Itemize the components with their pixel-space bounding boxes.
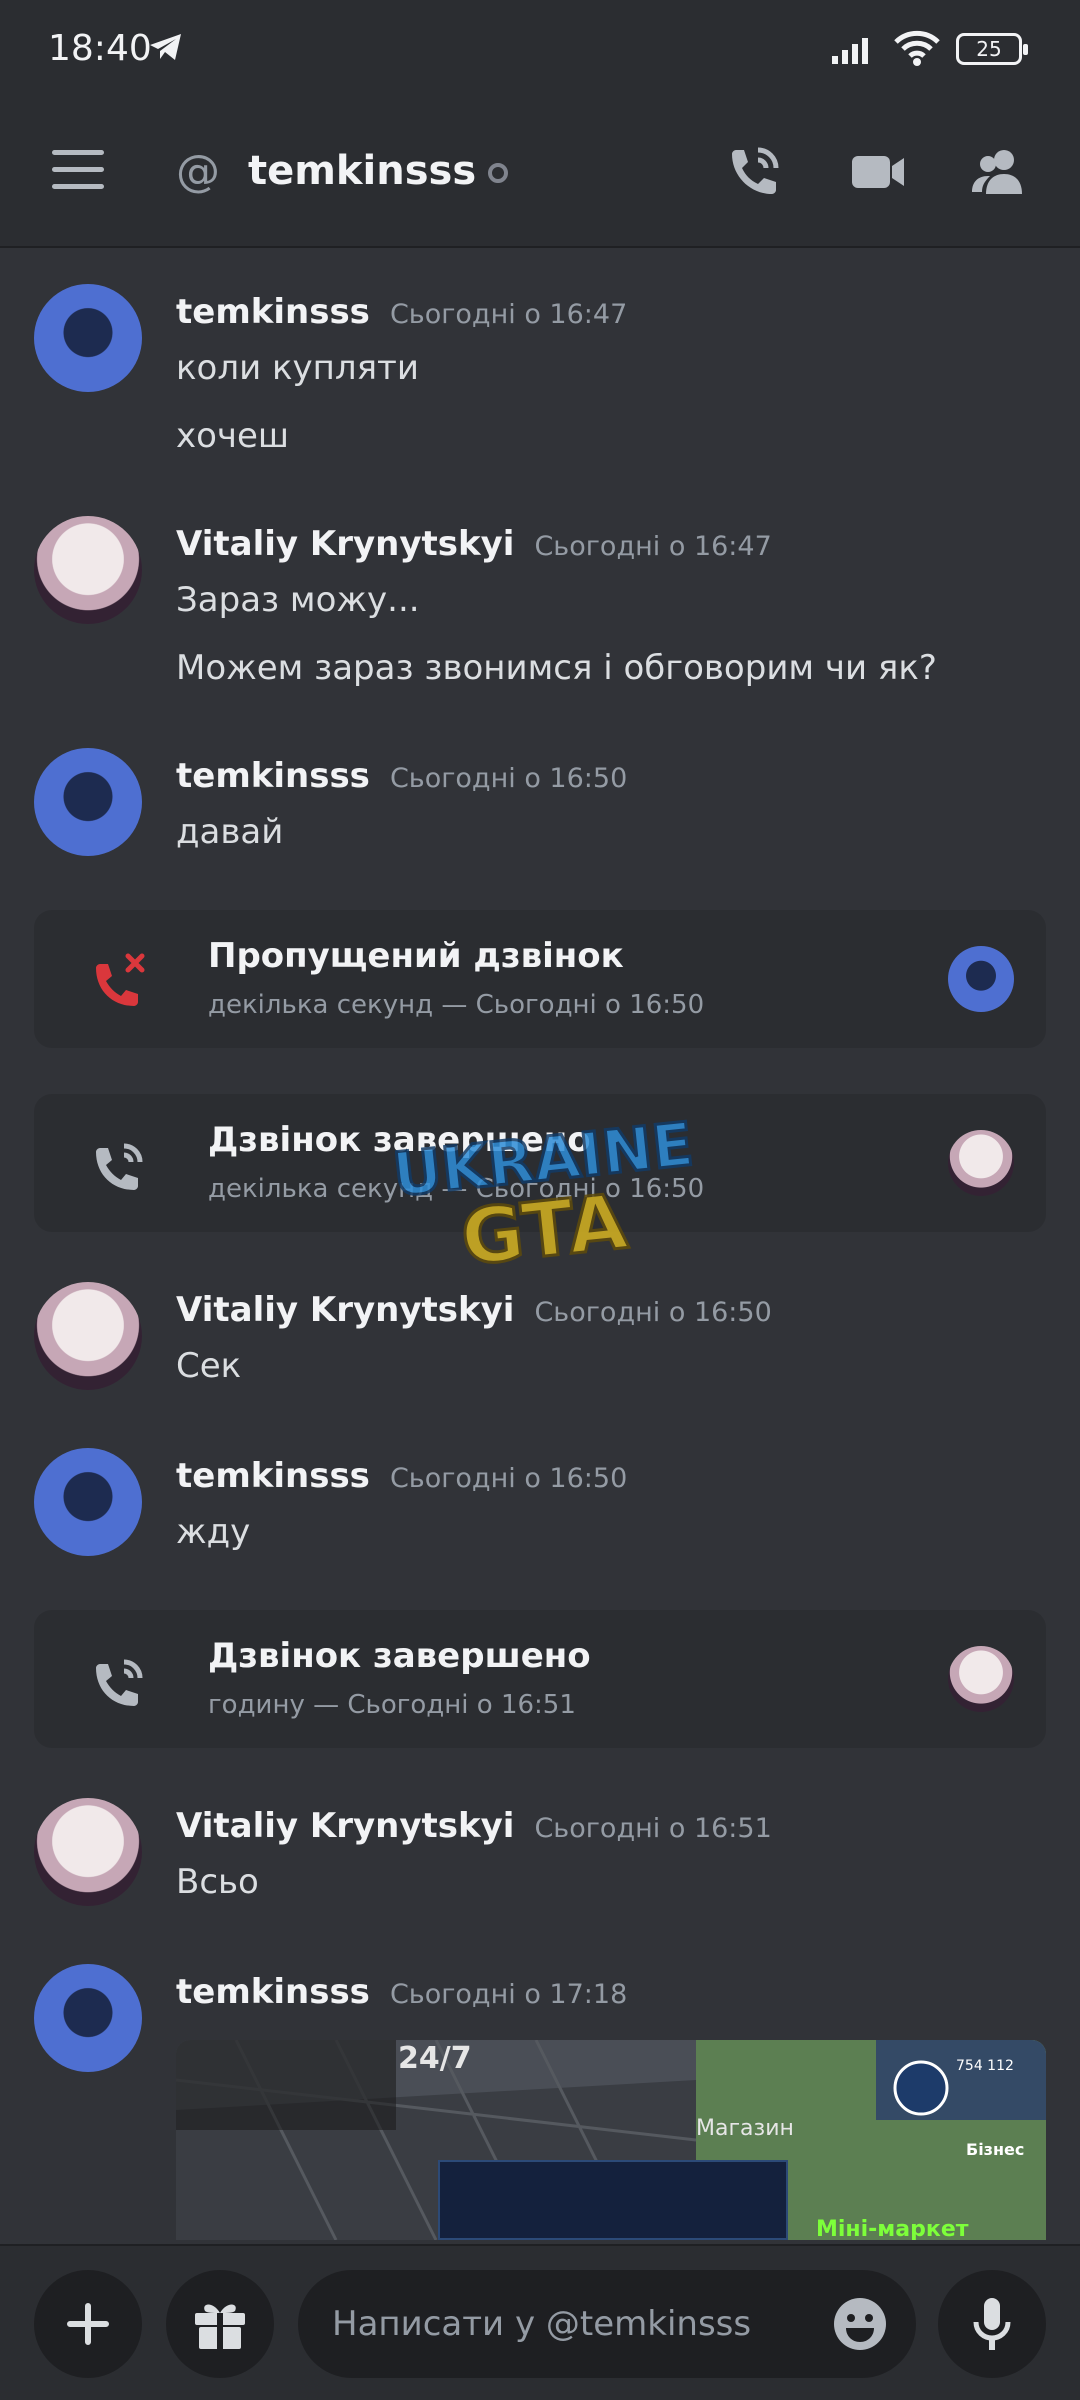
missed-call-icon <box>96 953 145 1006</box>
message-composer <box>0 2244 1080 2400</box>
game-business-panel <box>438 2160 788 2240</box>
attachment-text: Магазин <box>696 2116 794 2141</box>
battery-indicator: 25 <box>956 33 1028 65</box>
status-time: 18:40 <box>48 28 152 69</box>
gift-button[interactable] <box>166 2270 274 2378</box>
message-timestamp: Сьогодні о 16:47 <box>534 531 772 562</box>
avatar[interactable] <box>34 284 142 392</box>
wifi-icon <box>894 30 940 66</box>
message-author: Vitaliy Krynytskyi Сьогодні о 16:51 <box>176 1806 772 1846</box>
message-text: Можем зараз звонимся і обговорим чи як? <box>176 648 937 688</box>
message-text: Всьо <box>176 1862 259 1902</box>
svg-text:GTA: GTA <box>457 1177 631 1278</box>
channel-header: @ temkinsss <box>0 100 1080 248</box>
call-card-ended[interactable]: Дзвінок завершено годину — Сьогодні о 16… <box>34 1610 1046 1748</box>
video-call-icon[interactable] <box>846 140 910 204</box>
message-author: temkinsss Сьогодні о 16:50 <box>176 756 628 796</box>
call-title: Пропущений дзвінок <box>208 936 624 976</box>
message-input-container[interactable] <box>298 2270 916 2378</box>
call-participant-avatar[interactable] <box>948 946 1014 1012</box>
status-bar: 18:40 25 <box>0 0 1080 100</box>
message-text: жду <box>176 1512 251 1552</box>
microphone-icon <box>973 2298 1011 2350</box>
message-text: давай <box>176 812 284 852</box>
menu-icon[interactable] <box>52 150 104 190</box>
call-ended-icon <box>96 1143 143 1190</box>
ukraine-gta-watermark: UKRAINE GTA <box>395 1118 695 1278</box>
avatar[interactable] <box>34 1282 142 1390</box>
call-card-missed[interactable]: Пропущений дзвінок декілька секунд — Сьо… <box>34 910 1046 1048</box>
voice-call-icon[interactable] <box>722 140 786 204</box>
message-text: коли купляти <box>176 348 419 388</box>
avatar[interactable] <box>34 1798 142 1906</box>
message-timestamp: Сьогодні о 16:47 <box>389 299 628 330</box>
message-text: хочеш <box>176 416 290 456</box>
call-subtitle: декілька секунд — Сьогодні о 16:50 <box>208 990 705 1020</box>
avatar[interactable] <box>34 516 142 624</box>
message-timestamp: Сьогодні о 16:50 <box>534 1297 772 1328</box>
call-subtitle: годину — Сьогодні о 16:51 <box>208 1690 576 1720</box>
message-text: Зараз можу... <box>176 580 420 620</box>
telegram-icon <box>150 34 181 60</box>
call-ended-icon <box>96 1659 143 1706</box>
at-icon: @ <box>176 146 220 197</box>
message-timestamp: Сьогодні о 16:50 <box>389 763 628 794</box>
signal-icon <box>832 38 868 64</box>
call-participant-avatar[interactable] <box>948 1130 1014 1196</box>
plus-icon <box>67 2303 109 2345</box>
emoji-icon[interactable] <box>832 2296 888 2352</box>
members-icon[interactable] <box>966 140 1030 204</box>
attachment-text: 754 112 <box>956 2058 1014 2074</box>
attachment-text: 24/7 <box>398 2041 472 2076</box>
message-timestamp: Сьогодні о 16:51 <box>534 1813 772 1844</box>
attachment-text: Бізнес <box>966 2140 1024 2159</box>
message-input[interactable] <box>332 2298 792 2350</box>
image-attachment[interactable]: 24/7 Магазин 754 112 Бізнес Міні-маркет <box>176 2040 1046 2240</box>
offline-status-icon <box>488 163 509 183</box>
avatar[interactable] <box>34 748 142 856</box>
message-author: Vitaliy Krynytskyi Сьогодні о 16:47 <box>176 524 772 564</box>
attachment-text: Міні-маркет <box>816 2217 969 2240</box>
message-text: Сек <box>176 1346 242 1386</box>
channel-title[interactable]: temkinsss <box>248 148 509 194</box>
message-author: temkinsss Сьогодні о 16:50 <box>176 1456 628 1496</box>
call-title: Дзвінок завершено <box>208 1636 591 1676</box>
message-author: temkinsss Сьогодні о 16:47 <box>176 292 628 332</box>
add-attachment-button[interactable] <box>34 2270 142 2378</box>
call-participant-avatar[interactable] <box>948 1646 1014 1712</box>
message-author: temkinsss Сьогодні о 17:18 <box>176 1972 628 2012</box>
message-timestamp: Сьогодні о 16:50 <box>389 1463 628 1494</box>
voice-message-button[interactable] <box>938 2270 1046 2378</box>
avatar[interactable] <box>34 1448 142 1556</box>
avatar[interactable] <box>34 1964 142 2072</box>
gift-icon <box>195 2304 245 2349</box>
message-author: Vitaliy Krynytskyi Сьогодні о 16:50 <box>176 1290 772 1330</box>
message-timestamp: Сьогодні о 17:18 <box>389 1979 628 2010</box>
